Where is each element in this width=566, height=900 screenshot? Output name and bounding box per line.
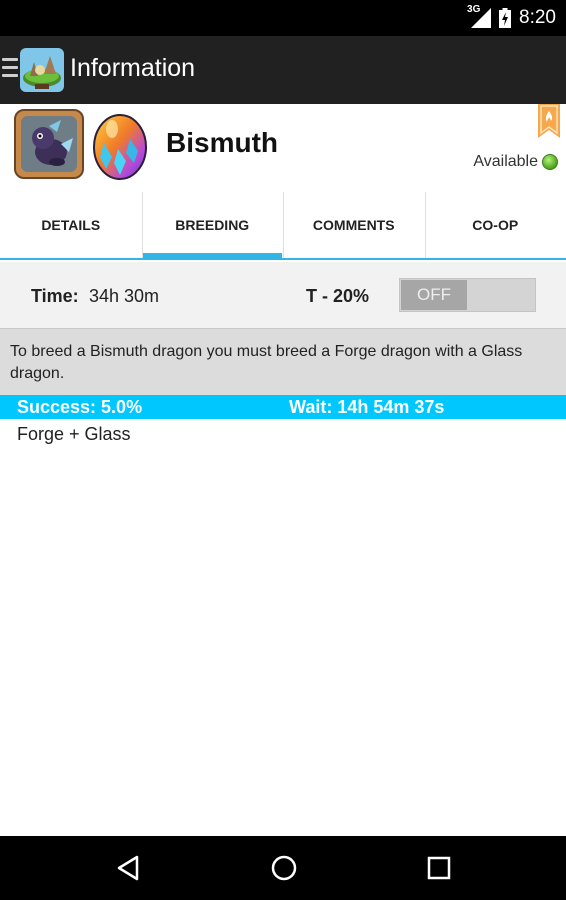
back-triangle-icon[interactable] [113, 852, 145, 884]
tab-co-op[interactable]: CO-OP [424, 192, 566, 258]
availability-label: Available [473, 153, 538, 170]
status-icons: 3G 8:20 [467, 4, 556, 30]
app-logo-icon[interactable] [20, 48, 64, 92]
tab-breeding[interactable]: BREEDING [141, 192, 284, 258]
dragon-name: Bismuth [166, 127, 278, 158]
time-value: 34h 30m [89, 286, 160, 306]
time-bonus-toggle[interactable]: OFF [399, 278, 536, 312]
time-bonus-label: T - 20% [306, 286, 370, 306]
signal-icon: 3G [467, 4, 492, 28]
tab-bar: DETAILS BREEDING COMMENTS CO-OP [0, 192, 566, 260]
availability-dot-icon [542, 154, 558, 170]
dragon-image [21, 116, 77, 172]
availability-indicator: Available [473, 153, 558, 171]
toggle-thumb: OFF [401, 280, 467, 310]
dragon-header: Bismuth Available [0, 104, 566, 192]
breeding-combination[interactable]: Forge + Glass [17, 424, 131, 445]
page-title: Information [70, 54, 196, 82]
action-bar: Information [0, 36, 566, 104]
tab-comments[interactable]: COMMENTS [283, 192, 425, 258]
tab-details[interactable]: DETAILS [0, 192, 142, 258]
time-label: Time: [31, 286, 79, 306]
dragon-egg-icon [92, 109, 148, 181]
favorite-bookmark-icon[interactable] [538, 104, 560, 138]
breeding-description: To breed a Bismuth dragon you must breed… [0, 328, 566, 395]
dragon-portrait[interactable] [14, 109, 84, 179]
success-rate: Success: 5.0% [17, 397, 143, 417]
breeding-result-row[interactable]: Success: 5.0% Wait: 14h 54m 37s [0, 395, 566, 419]
breeding-time-row: Time: 34h 30m T - 20% OFF [0, 262, 566, 328]
wait-time: Wait: 14h 54m 37s [289, 397, 445, 417]
recents-square-icon[interactable] [423, 852, 455, 884]
clock: 8:20 [519, 7, 556, 28]
navigation-bar [0, 836, 566, 900]
battery-charging-icon [499, 8, 512, 28]
content-area: Bismuth Available DETAILS BREEDING COMME… [0, 104, 566, 836]
drawer-menu-icon[interactable] [2, 58, 18, 78]
home-circle-icon[interactable] [268, 852, 300, 884]
status-bar: 3G 8:20 [0, 0, 566, 36]
